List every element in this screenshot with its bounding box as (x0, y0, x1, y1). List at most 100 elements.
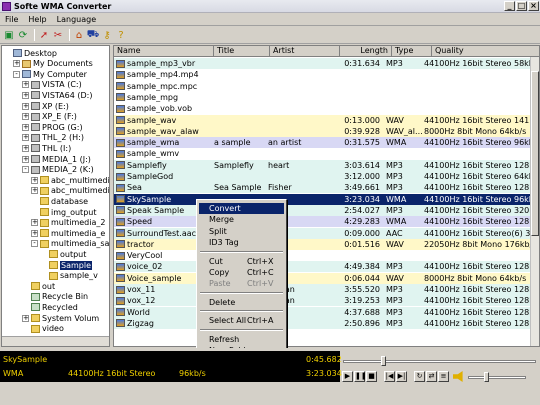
menu-item-id3-tag[interactable]: ID3 Tag (199, 237, 284, 248)
tree-item[interactable]: Recycled (22, 302, 78, 312)
table-row[interactable]: Speak Sampleody2:54.027MP344100Hz 16bit … (114, 204, 532, 216)
tree-item[interactable]: Recycle Bin (22, 292, 88, 302)
expand-icon[interactable]: + (31, 229, 38, 237)
column-quality[interactable]: Quality (432, 46, 539, 57)
playlist-icon[interactable]: ≡ (438, 371, 449, 382)
shuffle-icon[interactable]: ⇄ (426, 371, 437, 382)
table-row[interactable]: sample_wav_alaw 0:39.928 WAV_al... 8000Hz 8… (114, 125, 532, 137)
tree-item[interactable]: img_output (31, 207, 96, 217)
stop-icon[interactable]: ■ (366, 371, 377, 382)
folder-tree[interactable]: Desktop + My Documents - My Computer + VISTA (… (1, 45, 110, 347)
tree-item[interactable]: + THL (I:) (22, 143, 71, 153)
table-row[interactable]: sample_wmv (114, 148, 532, 160)
menu-language[interactable]: Language (52, 15, 101, 24)
collapse-icon[interactable]: - (22, 166, 29, 174)
tree-item[interactable]: + abc_multimedi (31, 186, 109, 196)
expand-icon[interactable]: + (22, 123, 29, 131)
column-type[interactable]: Type (392, 46, 432, 57)
file-list[interactable]: Name Title Artist Length Type Quality sa… (113, 45, 540, 347)
split-icon[interactable]: ✂ (52, 29, 64, 41)
table-row[interactable]: Samplefly Samplefly heart 3:03.614 MP3 44100H… (114, 159, 532, 171)
minimize-button[interactable]: _ (504, 1, 515, 11)
tree-horizontal-scrollbar[interactable] (2, 336, 109, 346)
merge-icon[interactable]: ➚ (38, 29, 50, 41)
tree-item[interactable]: + multimedia_2 (31, 218, 105, 228)
table-row[interactable]: vox_12esman3:19.253MP344100Hz 16bit Ster… (114, 295, 532, 307)
column-artist[interactable]: Artist (270, 46, 340, 57)
tree-item[interactable]: + THL_2 (H:) (22, 133, 84, 143)
table-row[interactable]: sample_vob.vob (114, 103, 532, 115)
tree-item[interactable]: - My Computer (13, 69, 87, 79)
expand-icon[interactable]: + (22, 113, 29, 121)
table-row[interactable]: Voice_sample 0:06.044 WAV 8000Hz 8bit Mono … (114, 272, 532, 284)
table-row[interactable]: SurroundTest.aac 0:09.000 AAC 44100Hz 16bit… (114, 227, 532, 239)
table-row[interactable]: VeryCool (114, 250, 532, 262)
tree-item[interactable]: + My Documents (13, 59, 93, 69)
tree-item[interactable]: out (22, 281, 55, 291)
menu-help[interactable]: Help (23, 15, 51, 24)
seek-knob[interactable] (380, 356, 386, 366)
table-row[interactable]: SkySample 3:23.034 WMA 44100Hz 16bit Stereo… (114, 193, 532, 205)
table-row[interactable]: sample_wav 0:13.000 WAV 44100Hz 16bit Stere… (114, 114, 532, 126)
expand-icon[interactable]: + (31, 219, 38, 227)
menu-item-split[interactable]: Split (199, 226, 284, 237)
tree-item[interactable]: + MEDIA_1 (J:) (22, 154, 91, 164)
tree-item[interactable]: - MEDIA_2 (K:) (22, 165, 94, 175)
tree-item[interactable]: video (22, 324, 64, 334)
collapse-icon[interactable]: - (13, 70, 20, 78)
next-icon[interactable]: ▶| (396, 371, 407, 382)
menu-item-refresh[interactable]: Refresh (199, 334, 284, 345)
expand-icon[interactable]: + (31, 187, 38, 195)
menu-item-copy[interactable]: Copy Ctrl+C (199, 267, 284, 278)
home-icon[interactable]: ⌂ (73, 29, 85, 41)
expand-icon[interactable]: + (22, 155, 29, 163)
table-row[interactable]: vox_11esman3:55.520MP344100Hz 16bit Ster… (114, 284, 532, 295)
cart-icon[interactable]: ⛟ (87, 29, 100, 41)
table-row[interactable]: voice_02 4:49.384 MP3 44100Hz 16bit Stereo … (114, 261, 532, 273)
expand-icon[interactable]: + (22, 91, 29, 99)
tree-item[interactable]: + multimedia_e (31, 228, 105, 238)
table-row[interactable]: sample_wma a sample an artist 0:31.575 WMA 44… (114, 137, 532, 149)
table-row[interactable]: sample_mp3_vbr 0:31.634 MP3 44100Hz 16bit S… (114, 58, 532, 69)
tree-item[interactable]: + XP_E (F:) (22, 112, 77, 122)
close-button[interactable]: × (528, 1, 539, 11)
expand-icon[interactable]: + (22, 314, 29, 322)
convert-icon[interactable]: ▣ (3, 29, 15, 41)
tree-item[interactable]: sample_v (40, 271, 98, 281)
maximize-button[interactable]: □ (516, 1, 527, 11)
menu-item-delete[interactable]: Delete (199, 297, 284, 308)
menu-item-select-all[interactable]: Select All Ctrl+A (199, 315, 284, 326)
tree-item[interactable]: output (40, 249, 86, 259)
table-row[interactable]: sample_mpc.mpc (114, 80, 532, 92)
scrollbar-thumb[interactable] (531, 71, 539, 236)
menu-item-convert[interactable]: Convert (199, 203, 284, 214)
pause-icon[interactable]: ❚❚ (354, 371, 367, 382)
column-title[interactable]: Title (214, 46, 270, 57)
expand-icon[interactable]: + (22, 81, 29, 89)
table-row[interactable]: Speed 4:29.283 WMA 44100Hz 16bit Stereo 128… (114, 216, 532, 228)
tree-item[interactable]: + XP (E:) (22, 101, 69, 111)
table-row[interactable]: sample_mp4.mp4 (114, 69, 532, 81)
table-row[interactable]: SampleGod 3:12.000 MP3 44100Hz 16bit Stereo… (114, 171, 532, 182)
table-row[interactable]: tractor 0:01.516 WAV 22050Hz 8bit Mono 176k… (114, 238, 532, 250)
table-row[interactable]: sample_mpg (114, 91, 532, 103)
menu-item-cut[interactable]: Cut Ctrl+X (199, 256, 284, 267)
previous-icon[interactable]: |◀ (384, 371, 395, 382)
tree-item[interactable]: database (31, 196, 88, 206)
tree-item[interactable]: + abc_multimedi (31, 175, 109, 185)
tree-item[interactable]: - multimedia_sa (31, 239, 109, 249)
play-icon[interactable]: ▶ (342, 371, 353, 382)
tree-item[interactable]: Desktop (4, 48, 57, 58)
expand-icon[interactable]: + (13, 60, 20, 68)
file-list-scrollbar[interactable] (530, 57, 539, 346)
expand-icon[interactable]: + (31, 176, 38, 184)
seek-slider[interactable] (343, 356, 536, 366)
volume-slider[interactable] (468, 372, 526, 382)
table-row[interactable]: Zigzag 2:50.896 MP3 44100Hz 16bit Stereo 12… (114, 317, 532, 329)
table-row[interactable]: World 4:37.688 MP3 44100Hz 16bit Stereo 128… (114, 306, 532, 318)
column-length[interactable]: Length (340, 46, 392, 57)
menu-item-merge[interactable]: Merge (199, 214, 284, 225)
key-icon[interactable]: ⚷ (101, 29, 113, 41)
help-icon[interactable]: ? (115, 29, 127, 41)
column-name[interactable]: Name (114, 46, 214, 57)
